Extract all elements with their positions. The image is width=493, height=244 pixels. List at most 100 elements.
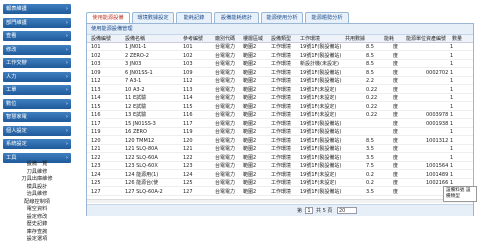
chevron-right-icon: ›: [65, 114, 68, 120]
table-cell: 工作環境: [271, 78, 292, 84]
sidebar-section[interactable]: 查看 ›: [3, 31, 71, 41]
sidebar-section-label: 人力: [6, 73, 17, 80]
table-row[interactable]: 114 11 E試驗 114 台電電力 範圍2 工作環境 19號1F(未設定) 0.22 度 1: [87, 94, 473, 102]
table-cell: 116: [183, 112, 193, 118]
sidebar-section-label: 部門維護: [6, 19, 27, 26]
column-header[interactable]: 數量: [452, 35, 462, 43]
table-cell: 3.5: [366, 188, 374, 195]
table-cell: 1: [450, 52, 454, 59]
sidebar-section[interactable]: 部門維護 ›: [3, 17, 71, 28]
table-row[interactable]: 109 6 JN01SS-1 109 台電電力 範圍2 工作環境 19號1F(製設備站) 8.…: [87, 69, 473, 77]
table-cell: 度: [393, 52, 399, 59]
sidebar-section[interactable]: 人力 ›: [3, 71, 71, 82]
table-cell: 0.22: [366, 95, 378, 101]
tab[interactable]: 設備能耗統計: [214, 12, 259, 23]
table-cell: 114: [91, 95, 101, 101]
table-row[interactable]: 112 7 A3-1 112 台電電力 範圍2 工作環境 19號1F(製設備站) 2.2 度 1: [87, 77, 473, 85]
horizontal-scrollbar[interactable]: [87, 199, 473, 203]
table-row[interactable]: 115 12 E試驗 115 台電電力 範圍2 工作環境 19號1F(未設定) 0.22 度 1: [87, 103, 473, 111]
table-cell: 台電電力: [215, 112, 236, 118]
panel-title: 使用能源設備管理: [87, 24, 473, 35]
table-cell: 3 JN03: [125, 61, 142, 67]
column-header[interactable]: 設備名稱: [125, 35, 145, 43]
tab[interactable]: 能源趨勢分析: [305, 12, 349, 23]
column-header[interactable]: 樓層區域: [243, 35, 263, 43]
column-header[interactable]: 設備編號: [91, 35, 111, 43]
table-cell: 度: [393, 137, 399, 144]
table-row[interactable]: 125 126 能源台(使 125 台電電力 範圍2 工作環境 19號1F(未設定) 0.2 度…: [87, 179, 473, 187]
table-row[interactable]: 123 123 SLQ-60X 123 台電電力 範圍2 工作環境 19號1F(製設備站) 7…: [87, 162, 473, 170]
table-cell: 1 JN01-1: [125, 44, 147, 50]
table-cell: 1: [450, 112, 454, 118]
column-header[interactable]: 共用數據: [345, 35, 365, 43]
page-input[interactable]: 1: [305, 207, 313, 214]
table-cell: 19號1F(未設定): [300, 103, 337, 110]
column-header[interactable]: 工作環境: [300, 35, 320, 43]
table-cell: 1: [450, 146, 454, 152]
table-cell: 1: [450, 95, 454, 101]
tab[interactable]: 使用能源設備: [86, 12, 130, 23]
table-cell: 台電電力: [215, 171, 236, 178]
table-row[interactable]: 122 122 SLQ-60A 122 台電電力 範圍2 工作環境 19號1F(製設備站) 3…: [87, 154, 473, 162]
table-cell: 度: [393, 61, 399, 67]
table-cell: 範圍2: [243, 52, 257, 59]
table-row[interactable]: 124 124 能源用(1) 124 台電電力 範圍2 工作環境 19號1F(未設定) 0.2…: [87, 171, 473, 179]
table-cell: 度: [393, 120, 399, 127]
table-cell: 0.2: [366, 171, 374, 178]
table-cell: 工作環境: [271, 44, 292, 50]
table-cell: 度: [393, 188, 399, 195]
sidebar-section[interactable]: 系統設定 ›: [3, 139, 71, 149]
table-cell: 0001938: [426, 120, 449, 127]
column-tooltip: 設備料號 設備類型: [443, 186, 477, 202]
sidebar-section[interactable]: 報表維護 ›: [3, 4, 71, 14]
table-row[interactable]: 119 16 ZERO 119 台電電力 範圍2 工作環境 19號1F(製設備站) 度 1: [87, 128, 473, 136]
column-header[interactable]: 參考編號: [183, 35, 203, 43]
table-cell: 117: [183, 120, 193, 127]
table-row[interactable]: 116 13 E試驗 116 台電電力 範圍2 工作環境 19號1F(未設定) 0.22 度 00…: [87, 111, 473, 119]
table-row[interactable]: 117 15 JN01SS-3 117 台電電力 範圍2 工作環境 19號1F(製設備站) 度…: [87, 120, 473, 128]
table-cell: 19號1F(製設備站): [300, 44, 342, 50]
table-cell: 112: [183, 78, 193, 84]
column-header[interactable]: 設備類型: [271, 35, 291, 43]
column-header[interactable]: 資產編號: [426, 35, 446, 43]
table-cell: 8.5: [366, 69, 374, 76]
table-cell: 1: [450, 69, 454, 76]
sidebar-section[interactable]: 工單 ›: [3, 85, 71, 95]
tab[interactable]: 能耗記錄: [176, 12, 212, 23]
sidebar-section[interactable]: 修改 ›: [3, 44, 71, 55]
page-size-select[interactable]: 20: [337, 207, 357, 214]
table-cell: 122 SLQ-60A: [125, 154, 158, 161]
column-header[interactable]: 能耗: [384, 35, 394, 43]
sidebar: 報表維護 › 部門維護 › 查看 › 修改 › 工作交辦 › 人力 › 工單 › 數位 › 智慧家電 › 個人設定 ›…: [0, 0, 72, 244]
table-cell: 19號1F(製設備站): [300, 146, 342, 152]
tab[interactable]: 能源使用分析: [261, 12, 303, 23]
table-cell: 台電電力: [215, 188, 236, 195]
table-cell: 0.2: [366, 180, 374, 186]
table-row[interactable]: 121 121 SLQ-80A 121 台電電力 範圍2 工作環境 19號1F(製設備站) 3…: [87, 145, 473, 153]
column-header[interactable]: 廠別代碼: [215, 35, 235, 43]
table-row[interactable]: 101 1 JN01-1 101 台電電力 範圍2 工作環境 19號1F(製設備站) 8.5 度…: [87, 43, 473, 51]
column-header[interactable]: 能源單位: [406, 35, 426, 43]
sidebar-section[interactable]: 個人設定 ›: [3, 125, 71, 136]
sidebar-section[interactable]: 工作交辦 ›: [3, 58, 71, 68]
table-row[interactable]: 127 127 SLQ-60A-2 127 台電電力 範圍2 工作環境 19號1F(製設備站…: [87, 188, 473, 196]
chevron-right-icon: ›: [65, 141, 68, 147]
sidebar-section-label: 報表維護: [6, 6, 27, 12]
sidebar-section-label: 數位: [6, 100, 17, 107]
sidebar-section[interactable]: 智慧家電 ›: [3, 112, 71, 122]
table-row[interactable]: 103 3 JN03 103 台電電力 範圍2 工作環境 新設計機(未設定) 8.5 度 1: [87, 60, 473, 68]
table-cell: 121: [91, 146, 101, 152]
table-cell: 126 能源台(使: [125, 180, 159, 186]
table-row[interactable]: 120 120 TMM12 120 台電電力 範圍2 工作環境 19號1F(製設備站) 8.5…: [87, 137, 473, 145]
tab[interactable]: 環境數據設定: [132, 12, 174, 23]
table-row[interactable]: 113 10 A3-2 113 台電電力 範圍2 工作環境 19號1F(未設定) 0.22 度 1: [87, 86, 473, 94]
table-row[interactable]: 102 2 ZERO-2 102 台電電力 範圍2 工作環境 19號1F(製設備站) 8.5 度…: [87, 52, 473, 60]
table-cell: 122: [183, 154, 193, 161]
table-cell: 113: [183, 86, 193, 93]
table-cell: 11 E試驗: [125, 95, 147, 101]
sidebar-section[interactable]: 數位 ›: [3, 98, 71, 109]
table-cell: 度: [393, 112, 399, 118]
table-cell: 109: [91, 69, 101, 76]
sidebar-item[interactable]: 設定選項: [3, 235, 71, 244]
table-cell: 127 SLQ-60A-2: [125, 188, 163, 195]
